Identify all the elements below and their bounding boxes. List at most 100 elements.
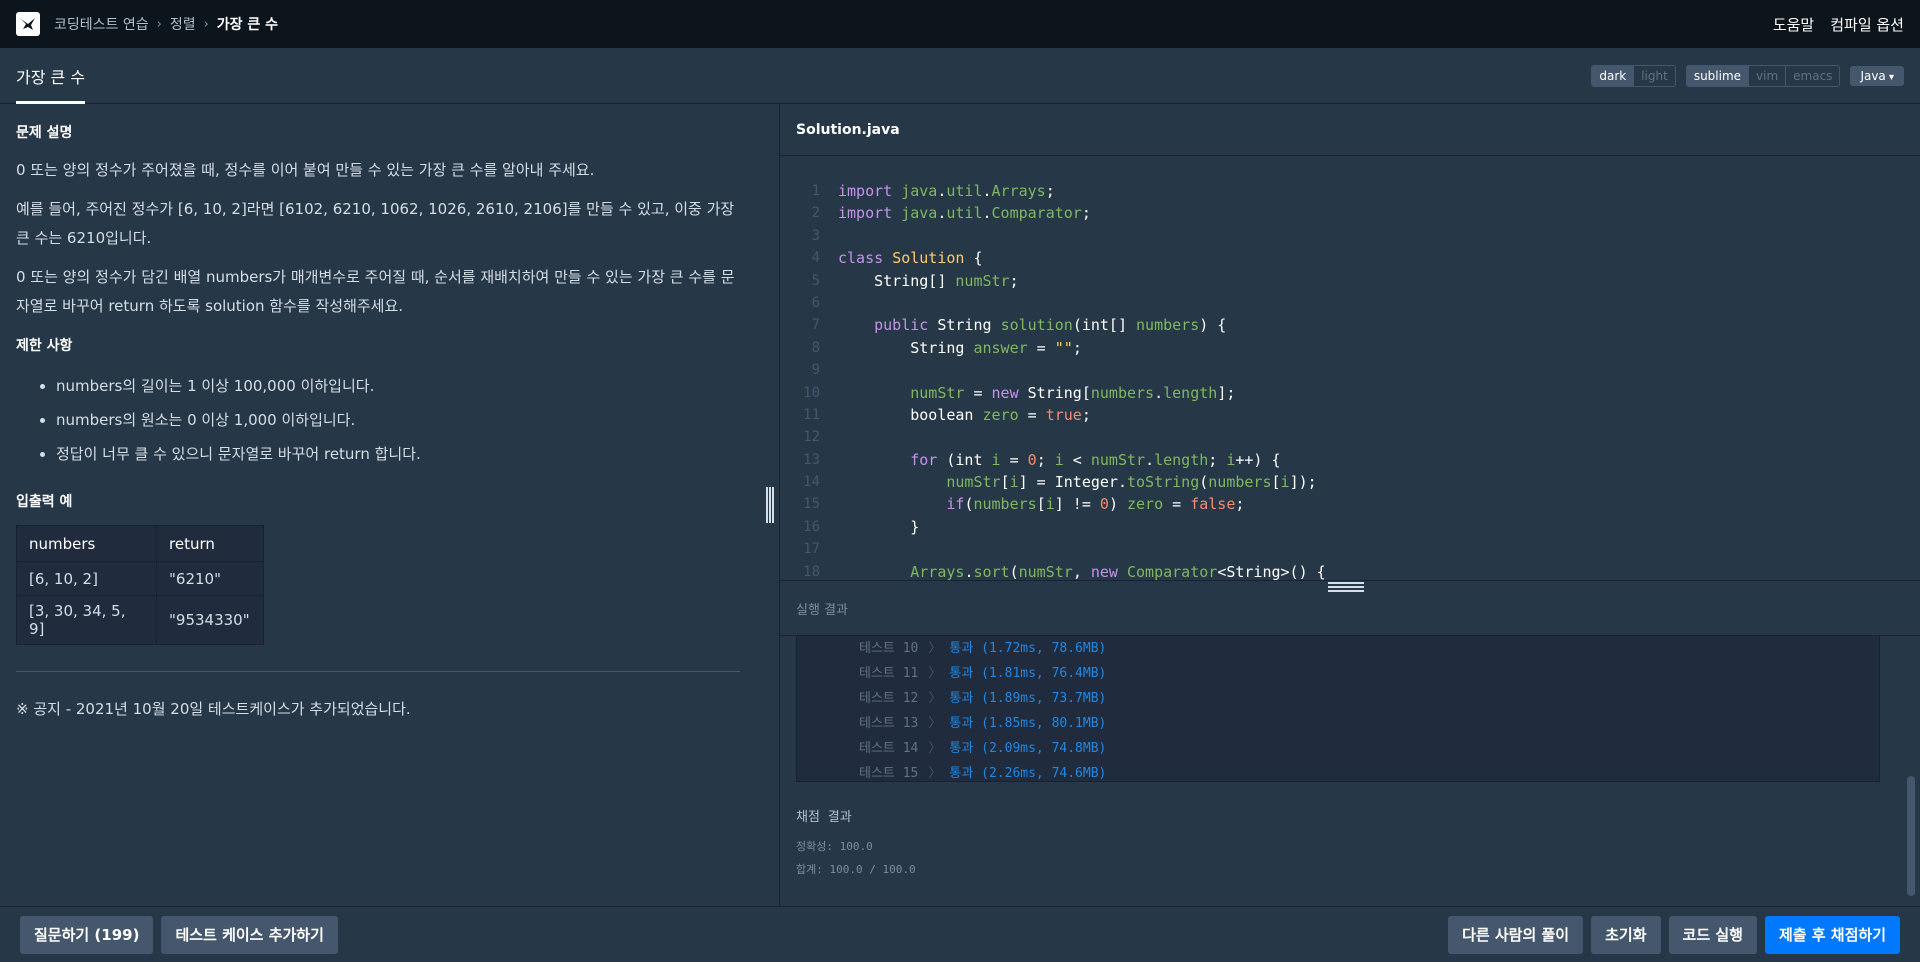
line-number: 10 — [803, 384, 820, 401]
description-paragraph: 0 또는 양의 정수가 주어졌을 때, 정수를 이어 붙여 만들 수 있는 가장… — [16, 161, 595, 179]
breadcrumb-coding-test[interactable]: 코딩테스트 연습 — [54, 14, 149, 34]
help-link[interactable]: 도움말 — [1773, 14, 1814, 35]
tab-problem-title[interactable]: 가장 큰 수 — [16, 48, 86, 104]
limits-heading: 제한 사항 — [16, 338, 73, 354]
chevron-right-icon: 〉 — [928, 741, 942, 756]
code-line: 10 numStr = new String[numbers.length]; — [780, 382, 1920, 404]
keymap-sublime-button[interactable]: sublime — [1686, 65, 1750, 86]
limit-item: 정답이 너무 클 수 있으니 문자열로 바꾸어 return 합니다. — [56, 437, 764, 471]
top-navbar: 코딩테스트 연습 › 정렬 › 가장 큰 수 도움말 컴파일 옵션 — [0, 0, 1920, 48]
divider — [16, 671, 740, 672]
code-line: 16 } — [780, 516, 1920, 538]
description-paragraph: 예를 들어, 주어진 정수가 [6, 10, 2]라면 [6102, 6210,… — [16, 200, 735, 247]
theme-toggle: dark light — [1591, 64, 1676, 87]
table-row: [3, 30, 34, 5, 9] "9534330" — [16, 595, 264, 645]
file-name: Solution.java — [780, 104, 1920, 156]
line-number: 12 — [803, 429, 820, 446]
compile-options-link[interactable]: 컴파일 옵션 — [1830, 14, 1904, 35]
theme-light-button[interactable]: light — [1634, 65, 1675, 86]
table-cell: "6210" — [156, 561, 264, 596]
code-line: 1 import java.util.Arrays; — [780, 180, 1920, 202]
line-number: 15 — [803, 496, 820, 513]
run-code-button[interactable]: 코드 실행 — [1668, 915, 1757, 954]
line-number: 16 — [803, 518, 820, 535]
ask-question-button[interactable]: 질문하기 (199) — [20, 915, 154, 954]
code-line: 11 boolean zero = true; — [780, 404, 1920, 426]
add-test-case-button[interactable]: 테스트 케이스 추가하기 — [161, 915, 338, 954]
limits-list: numbers의 길이는 1 이상 100,000 이하입니다. numbers… — [56, 369, 764, 471]
line-number: 18 — [803, 563, 820, 580]
code-line: 2 import java.util.Comparator; — [780, 202, 1920, 224]
bottom-action-bar: 질문하기 (199) 테스트 케이스 추가하기 다른 사람의 풀이 초기화 코드… — [0, 906, 1920, 962]
reset-button[interactable]: 초기화 — [1591, 915, 1661, 954]
score-summary: 채점 결과 정확성: 100.0 합계: 100.0 / 100.0 — [796, 806, 916, 881]
code-editor[interactable]: 1 import java.util.Arrays; 2 import java.u… — [780, 156, 1920, 580]
line-number: 11 — [803, 406, 820, 423]
theme-dark-button[interactable]: dark — [1592, 65, 1635, 86]
limit-item: numbers의 길이는 1 이상 100,000 이하입니다. — [56, 369, 764, 403]
result-panel: 테스트 10 〉 통과 (1.72ms, 78.6MB) 테스트 11 〉 통과 (1.… — [780, 636, 1920, 906]
vertical-resize-handle[interactable] — [766, 487, 774, 523]
table-cell: [3, 30, 34, 5, 9] — [16, 595, 157, 645]
horizontal-resize-handle[interactable] — [1328, 582, 1364, 592]
accuracy-score: 정확성: 100.0 — [796, 840, 873, 853]
code-line: 4 class Solution { — [780, 247, 1920, 269]
line-number: 9 — [811, 362, 820, 379]
code-line: 18 Arrays.sort(numStr, new Comparator<St… — [780, 561, 1920, 580]
chevron-right-icon: › — [203, 16, 209, 32]
list-item: 테스트 15 〉 통과 (2.26ms, 74.6MB) — [859, 766, 1107, 781]
line-number: 17 — [803, 541, 820, 558]
submit-button[interactable]: 제출 후 채점하기 — [1764, 915, 1900, 954]
table-cell: "9534330" — [156, 595, 264, 645]
chevron-right-icon: 〉 — [928, 716, 942, 731]
breadcrumb-sort[interactable]: 정렬 — [170, 14, 196, 34]
others-solutions-button[interactable]: 다른 사람의 풀이 — [1448, 915, 1584, 954]
list-item: 테스트 14 〉 통과 (2.09ms, 74.8MB) — [859, 741, 1107, 756]
chevron-right-icon: 〉 — [928, 666, 942, 681]
table-cell: [6, 10, 2] — [16, 561, 157, 596]
code-line: 14 numStr[i] = Integer.toString(numbers[… — [780, 471, 1920, 493]
line-number: 4 — [811, 250, 820, 267]
chevron-right-icon: 〉 — [928, 641, 942, 656]
line-number: 13 — [803, 451, 820, 468]
table-header: return — [156, 525, 264, 562]
code-line: 13 for (int i = 0; i < numStr.length; i+… — [780, 449, 1920, 471]
language-select[interactable]: Java — [1850, 65, 1904, 86]
line-number: 5 — [811, 272, 820, 289]
code-line: 5 String[] numStr; — [780, 270, 1920, 292]
test-results-list: 테스트 10 〉 통과 (1.72ms, 78.6MB) 테스트 11 〉 통과 (1.… — [796, 636, 1880, 782]
list-item: 테스트 11 〉 통과 (1.81ms, 76.4MB) — [859, 666, 1107, 681]
line-number: 14 — [803, 474, 820, 491]
keymap-vim-button[interactable]: vim — [1749, 65, 1787, 86]
problem-panel: 문제 설명 0 또는 양의 정수가 주어졌을 때, 정수를 이어 붙여 만들 수… — [0, 104, 780, 906]
code-line: 12 — [780, 426, 1920, 448]
notice-text: ※ 공지 - 2021년 10월 20일 테스트케이스가 추가되었습니다. — [16, 700, 411, 718]
chevron-right-icon: 〉 — [928, 691, 942, 706]
code-line: 8 String answer = ""; — [780, 337, 1920, 359]
code-line: 17 — [780, 538, 1920, 560]
chevron-right-icon: › — [156, 16, 162, 32]
breadcrumb-current: 가장 큰 수 — [216, 17, 279, 33]
line-number: 7 — [811, 317, 820, 334]
result-scrollbar[interactable] — [1907, 776, 1915, 896]
keymap-emacs-button[interactable]: emacs — [1786, 65, 1840, 86]
list-item: 테스트 10 〉 통과 (1.72ms, 78.6MB) — [859, 641, 1107, 656]
description-paragraph: 0 또는 양의 정수가 담긴 배열 numbers가 매개변수로 주어질 때, … — [16, 268, 735, 315]
code-line: 3 — [780, 225, 1920, 247]
code-line: 7 public String solution(int[] numbers) … — [780, 314, 1920, 336]
code-line: 6 — [780, 292, 1920, 314]
limit-item: numbers의 원소는 0 이상 1,000 이하입니다. — [56, 403, 764, 437]
code-line: 15 if(numbers[i] != 0) zero = false; — [780, 493, 1920, 515]
table-header: numbers — [16, 525, 157, 562]
keymap-toggle: sublime vim emacs — [1685, 64, 1841, 87]
line-number: 1 — [811, 183, 820, 199]
line-number: 2 — [811, 205, 820, 222]
logo-icon[interactable] — [16, 12, 40, 36]
io-example-heading: 입출력 예 — [16, 494, 73, 510]
table-row: [6, 10, 2] "6210" — [16, 561, 264, 596]
table-header-row: numbers return — [16, 525, 264, 562]
line-number: 8 — [811, 339, 820, 356]
list-item: 테스트 12 〉 통과 (1.89ms, 73.7MB) — [859, 691, 1107, 706]
editor-panel: Solution.java 1 import java.util.Arrays; … — [779, 104, 1920, 906]
list-item: 테스트 13 〉 통과 (1.85ms, 80.1MB) — [859, 716, 1107, 731]
